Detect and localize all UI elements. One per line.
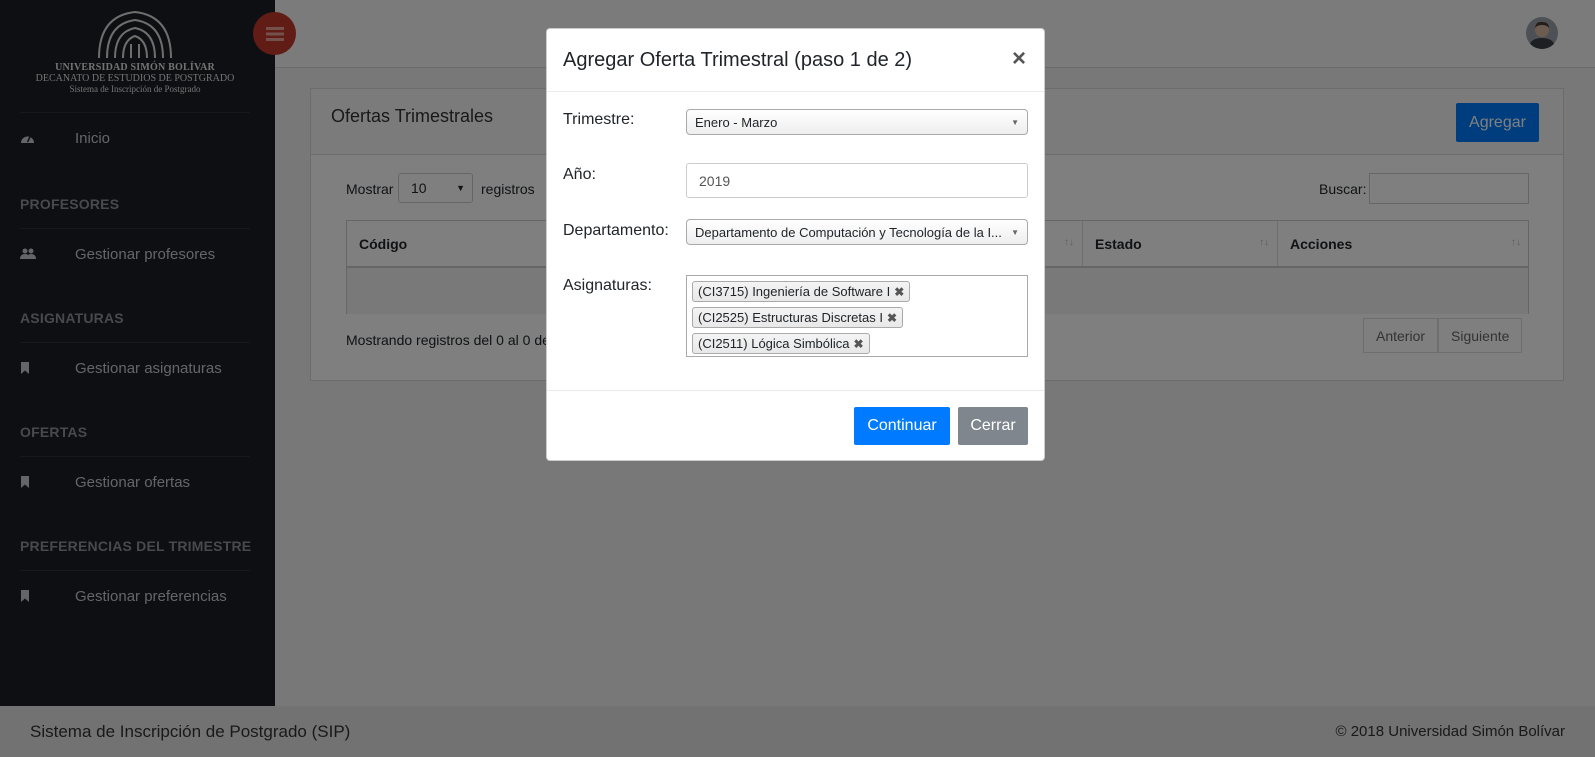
departamento-select[interactable]: Departamento de Computación y Tecnología… — [686, 219, 1028, 245]
chip-label: (CI2511) Lógica Simbólica — [698, 336, 850, 351]
modal-title: Agregar Oferta Trimestral (paso 1 de 2) — [563, 49, 913, 71]
remove-chip-icon[interactable]: ✖ — [894, 285, 904, 299]
trimestre-select[interactable]: Enero - Marzo ▼ — [686, 109, 1028, 135]
remove-chip-icon[interactable]: ✖ — [887, 311, 897, 325]
asignaturas-multiselect[interactable]: (CI3715) Ingeniería de Software I ✖ (CI25… — [686, 275, 1028, 357]
chip-label: (CI2525) Estructuras Discretas I — [698, 310, 883, 325]
divider — [547, 390, 1044, 391]
selected-subject-chip: (CI3715) Ingeniería de Software I ✖ — [692, 281, 911, 302]
selected-subject-chip: (CI2525) Estructuras Discretas I ✖ — [692, 307, 904, 328]
anio-input[interactable]: 2019 — [686, 163, 1028, 198]
divider — [547, 91, 1044, 92]
anio-label: Año: — [563, 166, 596, 183]
continue-button[interactable]: Continuar — [854, 407, 950, 445]
trimestre-value: Enero - Marzo — [695, 115, 778, 130]
add-offer-modal: Agregar Oferta Trimestral (paso 1 de 2) … — [546, 28, 1045, 461]
close-icon[interactable]: × — [1012, 45, 1026, 73]
departamento-value: Departamento de Computación y Tecnología… — [695, 225, 1002, 240]
departamento-label: Departamento: — [563, 222, 669, 239]
chip-label: (CI3715) Ingeniería de Software I — [698, 284, 891, 299]
selected-subject-chip: (CI2511) Lógica Simbólica ✖ — [692, 333, 870, 354]
close-button[interactable]: Cerrar — [958, 407, 1028, 445]
caret-down-icon: ▼ — [1011, 118, 1019, 127]
trimestre-label: Trimestre: — [563, 111, 635, 128]
caret-down-icon: ▼ — [1011, 228, 1019, 237]
remove-chip-icon[interactable]: ✖ — [854, 337, 864, 351]
asignaturas-label: Asignaturas: — [563, 277, 652, 294]
